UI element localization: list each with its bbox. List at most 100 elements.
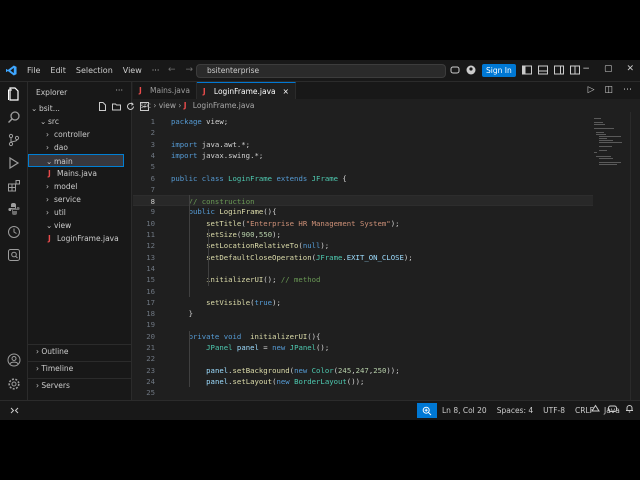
- code-token: BorderLayout: [294, 376, 347, 386]
- code-line[interactable]: 20 private void initializerUI(){: [133, 331, 593, 342]
- minimap[interactable]: [590, 112, 630, 409]
- breadcrumb: src › view › J LoginFrame.java: [140, 101, 255, 110]
- explorer-more-button[interactable]: ···: [115, 86, 123, 95]
- code-token: {: [338, 173, 347, 183]
- account-avatar-icon[interactable]: [466, 65, 476, 77]
- run-icon[interactable]: ▷: [588, 85, 595, 95]
- toggle-secondary-sidebar-icon[interactable]: [553, 65, 564, 77]
- explorer-files-icon[interactable]: [6, 86, 22, 102]
- code-line[interactable]: 8 // construction: [133, 195, 593, 207]
- code-line[interactable]: 3 import java.awt.*;: [133, 139, 593, 150]
- servers-section[interactable]: › Servers: [28, 378, 132, 392]
- tab-mains-java[interactable]: J Mains.java: [133, 82, 197, 99]
- outline-section[interactable]: › Outline: [28, 344, 132, 358]
- tree-folder-model[interactable]: › model: [28, 180, 132, 193]
- code-line[interactable]: 6 public class LoginFrame extends JFrame …: [133, 173, 593, 184]
- code-line[interactable]: 13 setDefaultCloseOperation(JFrame.EXIT_…: [133, 252, 593, 263]
- tree-label: LoginFrame.java: [57, 234, 119, 243]
- close-tab-icon[interactable]: ×: [283, 83, 289, 100]
- code-text: setLocationRelativeTo(null);: [171, 240, 329, 251]
- python-icon[interactable]: [6, 201, 22, 217]
- customize-layout-icon[interactable]: [569, 65, 580, 77]
- code-line[interactable]: 9 public LoginFrame(){: [133, 206, 593, 217]
- code-editor[interactable]: 1 package view; 2 3 import java.awt.*; 4 impor…: [133, 112, 593, 409]
- chevron-right-icon: ›: [46, 143, 49, 152]
- code-line[interactable]: 18 }: [133, 308, 593, 319]
- code-line[interactable]: 15 initializerUI(); // method: [133, 274, 593, 285]
- tree-folder-main[interactable]: ⌄ main: [28, 154, 124, 167]
- code-line[interactable]: 10 setTitle("Enterprise HR Management Sy…: [133, 218, 593, 229]
- forward-arrow-icon[interactable]: →: [186, 65, 194, 75]
- tree-file-loginframe-java[interactable]: J LoginFrame.java: [28, 232, 132, 245]
- java-status-icon[interactable]: [591, 401, 600, 420]
- timeline-section[interactable]: › Timeline: [28, 361, 132, 375]
- sign-in-button[interactable]: Sign In: [482, 64, 516, 77]
- tree-folder-dao[interactable]: › dao: [28, 141, 132, 154]
- minimize-icon[interactable]: −: [582, 64, 590, 74]
- remote-indicator[interactable]: [0, 401, 28, 421]
- accounts-icon[interactable]: [6, 352, 22, 368]
- menu-selection[interactable]: Selection: [71, 60, 118, 82]
- tree-folder-src[interactable]: ⌄ src: [28, 115, 132, 128]
- search-icon[interactable]: [6, 109, 22, 125]
- code-line[interactable]: 21 JPanel panel = new JPanel();: [133, 342, 593, 353]
- menu-file[interactable]: File: [22, 60, 45, 82]
- menu-edit[interactable]: Edit: [45, 60, 71, 82]
- timeline-history-icon[interactable]: [6, 224, 22, 240]
- source-control-icon[interactable]: [6, 132, 22, 148]
- chevron-down-icon: ⌄: [31, 104, 38, 113]
- close-window-icon[interactable]: ✕: [626, 64, 634, 74]
- indentation[interactable]: Spaces: 4: [497, 401, 533, 420]
- menu-more[interactable]: ···: [147, 60, 165, 82]
- search-replace-icon[interactable]: [6, 247, 22, 263]
- command-center-search[interactable]: bsitenterprise: [196, 64, 446, 78]
- code-line[interactable]: 1 package view;: [133, 116, 593, 127]
- code-line[interactable]: 4 import javax.swing.*;: [133, 150, 593, 161]
- code-line[interactable]: 5: [133, 161, 593, 172]
- back-arrow-icon[interactable]: ←: [168, 65, 176, 75]
- new-file-icon[interactable]: [98, 102, 107, 113]
- menu-view[interactable]: View: [118, 60, 147, 82]
- zoom-icon[interactable]: [417, 403, 437, 418]
- split-editor-icon[interactable]: ◫: [604, 85, 613, 95]
- breadcrumb-src[interactable]: src: [140, 101, 151, 110]
- code-line[interactable]: 17 setVisible(true);: [133, 297, 593, 308]
- tree-folder-controller[interactable]: › controller: [28, 128, 132, 141]
- line-number: 22: [146, 354, 155, 364]
- tab-loginframe-java[interactable]: J LoginFrame.java ×: [196, 82, 296, 100]
- notifications-bell-icon[interactable]: [625, 401, 634, 420]
- toggle-primary-sidebar-icon[interactable]: [521, 65, 532, 77]
- editor-scrollbar[interactable]: [630, 112, 640, 409]
- code-line[interactable]: 24 panel.setLayout(new BorderLayout());: [133, 376, 593, 387]
- code-line[interactable]: 2: [133, 127, 593, 138]
- tree-folder-view[interactable]: ⌄ view: [28, 219, 132, 232]
- code-line[interactable]: 25: [133, 387, 593, 398]
- tree-file-mains-java[interactable]: J Mains.java: [28, 167, 132, 180]
- tree-folder-util[interactable]: › util: [28, 206, 132, 219]
- maximize-icon[interactable]: ▢: [604, 64, 613, 74]
- settings-gear-icon[interactable]: [6, 376, 22, 392]
- cursor-position[interactable]: Ln 8, Col 20: [442, 401, 487, 420]
- code-line[interactable]: 22: [133, 353, 593, 364]
- tree-folder-service[interactable]: › service: [28, 193, 132, 206]
- extensions-icon[interactable]: [6, 178, 22, 194]
- code-line[interactable]: 16: [133, 286, 593, 297]
- code-line[interactable]: 11 setSize(900,550);: [133, 229, 593, 240]
- copilot-icon[interactable]: [450, 65, 460, 77]
- breadcrumb-view[interactable]: view: [159, 101, 176, 110]
- code-line[interactable]: 7: [133, 184, 593, 195]
- copilot-status-icon[interactable]: [608, 401, 617, 420]
- vscode-logo-icon[interactable]: [0, 60, 22, 82]
- encoding[interactable]: UTF-8: [543, 401, 565, 420]
- breadcrumb-file[interactable]: LoginFrame.java: [193, 101, 255, 110]
- chevron-right-icon: ›: [46, 195, 49, 204]
- code-line[interactable]: 14: [133, 263, 593, 274]
- code-line[interactable]: 12 setLocationRelativeTo(null);: [133, 240, 593, 251]
- more-actions-icon[interactable]: ⋯: [623, 85, 632, 95]
- code-line[interactable]: 23 panel.setBackground(new Color(245,247…: [133, 365, 593, 376]
- run-debug-icon[interactable]: [6, 155, 22, 171]
- new-folder-icon[interactable]: [112, 102, 121, 113]
- code-line[interactable]: 19: [133, 319, 593, 330]
- toggle-panel-icon[interactable]: [537, 65, 548, 77]
